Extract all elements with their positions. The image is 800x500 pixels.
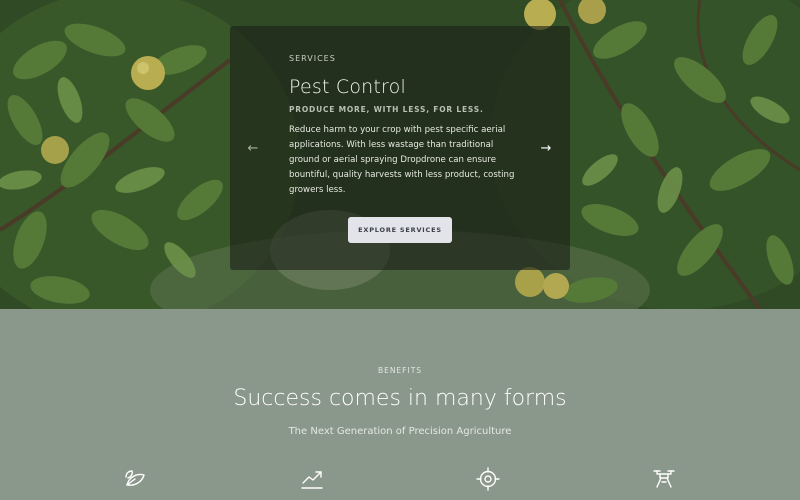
leaf-icon	[123, 467, 147, 491]
card-subtitle: PRODUCE MORE, WITH LESS, FOR LESS.	[289, 105, 484, 114]
hero-section: SERVICES Pest Control PRODUCE MORE, WITH…	[0, 0, 800, 309]
benefits-eyebrow: BENEFITS	[377, 366, 423, 375]
prev-arrow-icon[interactable]: ←	[243, 138, 263, 158]
benefits-title: Success comes in many forms	[233, 386, 567, 411]
card-eyebrow: SERVICES	[289, 54, 336, 63]
drone-icon	[652, 467, 676, 491]
next-arrow-icon[interactable]: →	[536, 138, 556, 158]
benefits-subtitle: The Next Generation of Precision Agricul…	[288, 426, 512, 437]
trend-chart-icon	[300, 467, 324, 491]
benefits-section: BENEFITS Success comes in many forms The…	[0, 309, 800, 500]
explore-services-button[interactable]: EXPLORE SERVICES	[348, 217, 452, 243]
card-title: Pest Control	[289, 76, 406, 98]
service-card: SERVICES Pest Control PRODUCE MORE, WITH…	[230, 26, 570, 270]
card-description: Reduce harm to your crop with pest speci…	[289, 125, 515, 195]
target-icon	[476, 467, 500, 491]
